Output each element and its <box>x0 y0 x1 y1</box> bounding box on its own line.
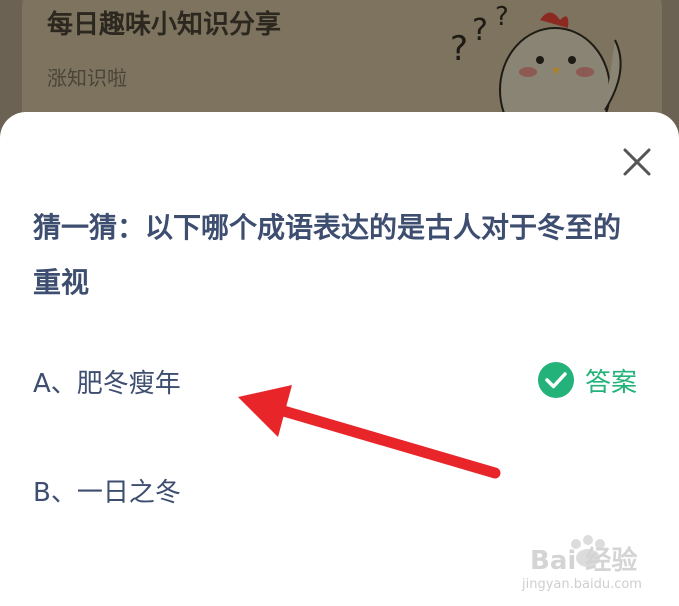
background-card-subtitle: 涨知识啦 <box>47 66 127 90</box>
watermark-url: jingyan.baidu.com <box>522 577 642 592</box>
close-icon[interactable] <box>617 142 657 182</box>
option-a[interactable]: A、肥冬瘦年 <box>33 363 181 400</box>
svg-text:?: ? <box>495 2 509 32</box>
option-b[interactable]: B、一日之冬 <box>33 472 181 509</box>
svg-text:?: ? <box>450 29 468 69</box>
watermark-brand: Bai 经验 <box>530 546 638 576</box>
check-circle-icon <box>538 362 574 398</box>
answer-badge[interactable]: 答案 <box>537 360 637 400</box>
background-card-title: 每日趣味小知识分享 <box>47 10 282 40</box>
quiz-question: 猜一猜：以下哪个成语表达的是古人对于冬至的重视 <box>33 211 622 299</box>
answer-label: 答案 <box>585 367 638 398</box>
svg-text:?: ? <box>472 13 488 48</box>
red-arrow-annotation <box>238 385 501 479</box>
chicken-mascot-icon: ? ? ? <box>450 2 622 130</box>
